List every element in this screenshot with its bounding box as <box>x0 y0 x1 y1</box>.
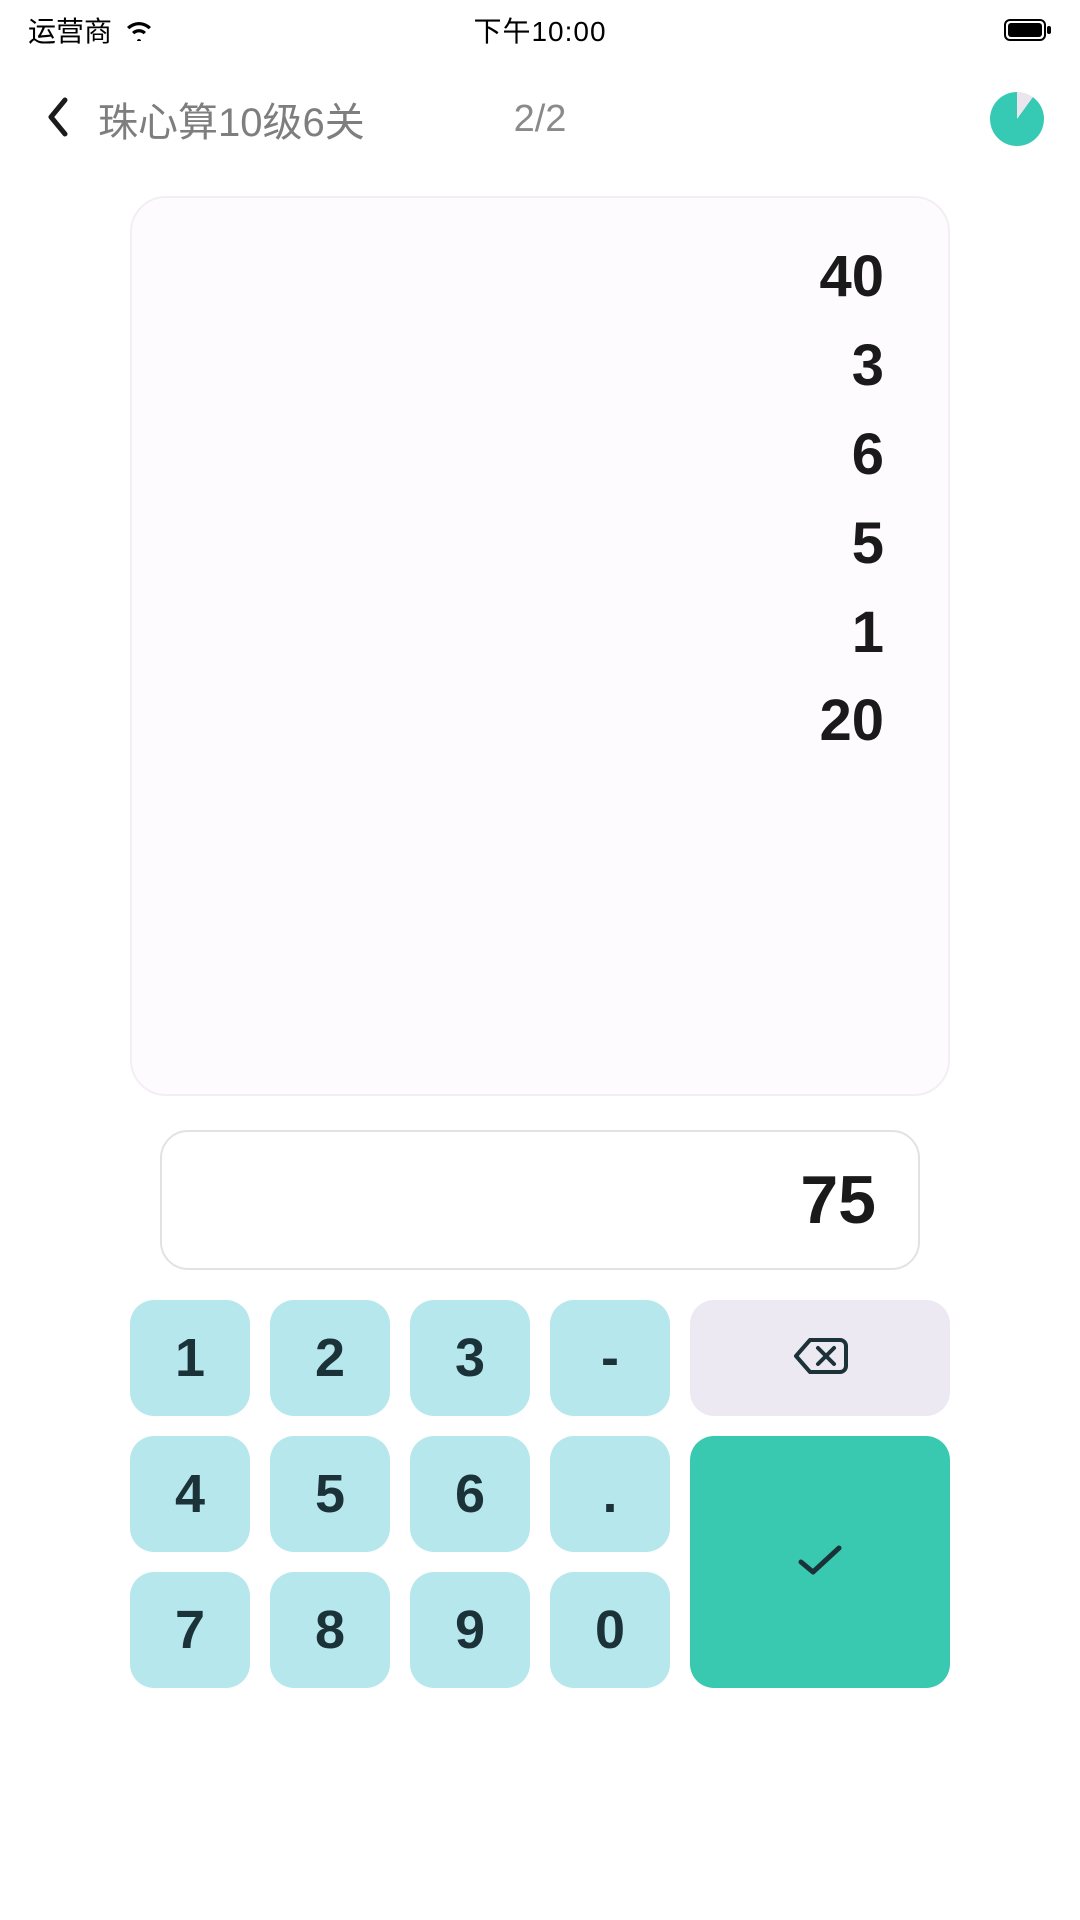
key-2[interactable]: 2 <box>270 1300 390 1416</box>
answer-input[interactable]: 75 <box>160 1130 920 1270</box>
key-dot[interactable]: . <box>550 1436 670 1552</box>
key-submit[interactable] <box>690 1436 950 1688</box>
key-0[interactable]: 0 <box>550 1572 670 1688</box>
key-7[interactable]: 7 <box>130 1572 250 1688</box>
chevron-left-icon <box>45 97 71 142</box>
page-title: 珠心算10级6关 <box>98 90 365 148</box>
keypad: 1 2 3 - 4 5 6 . 7 8 9 0 <box>130 1300 950 1688</box>
backspace-icon <box>792 1327 848 1389</box>
problem-numbers: 40 3 6 5 1 20 <box>172 238 884 761</box>
app-header: 珠心算10级6关 2/2 <box>0 60 1080 178</box>
problem-number: 1 <box>852 594 884 673</box>
key-minus[interactable]: - <box>550 1300 670 1416</box>
answer-value: 75 <box>800 1161 876 1239</box>
back-button[interactable] <box>36 97 80 141</box>
timer-pie-icon <box>990 92 1044 146</box>
problem-number: 6 <box>852 416 884 495</box>
battery-icon <box>1004 18 1052 42</box>
key-3[interactable]: 3 <box>410 1300 530 1416</box>
problem-number: 40 <box>819 238 884 317</box>
key-backspace[interactable] <box>690 1300 950 1416</box>
problem-number: 5 <box>852 505 884 584</box>
check-icon <box>795 1531 845 1593</box>
key-9[interactable]: 9 <box>410 1572 530 1688</box>
status-time: 下午10:00 <box>473 10 606 50</box>
key-6[interactable]: 6 <box>410 1436 530 1552</box>
key-1[interactable]: 1 <box>130 1300 250 1416</box>
problem-number: 3 <box>852 327 884 406</box>
key-4[interactable]: 4 <box>130 1436 250 1552</box>
key-5[interactable]: 5 <box>270 1436 390 1552</box>
carrier-label: 运营商 <box>28 10 112 50</box>
key-8[interactable]: 8 <box>270 1572 390 1688</box>
wifi-icon <box>124 19 154 41</box>
problem-number: 20 <box>819 682 884 761</box>
problem-card: 40 3 6 5 1 20 <box>130 196 950 1096</box>
progress-indicator: 2/2 <box>514 98 567 141</box>
status-bar: 运营商 下午10:00 <box>0 0 1080 60</box>
